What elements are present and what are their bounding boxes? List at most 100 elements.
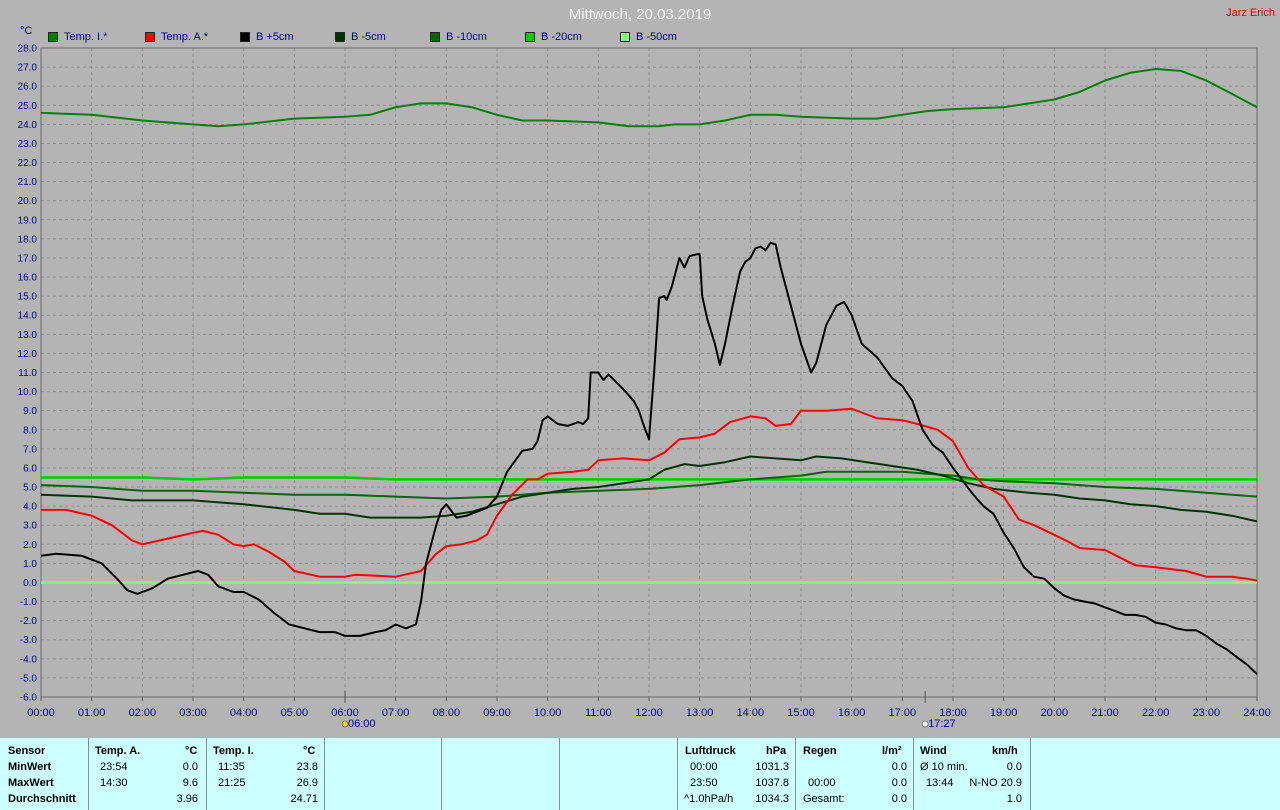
temp-a-max-time: 14:30: [100, 777, 128, 789]
wind-row3-value: 1.0: [1006, 793, 1022, 805]
sunset-label: 17:27: [928, 718, 956, 730]
temp-a-max-value: 9.6: [182, 777, 198, 789]
statistics-panel: Sensor MinWert MaxWert Durchschnitt Temp…: [0, 738, 1280, 810]
separator: [441, 738, 442, 810]
pressure-row2-value: 1037.8: [755, 777, 789, 789]
y-tick-label: 13.0: [18, 330, 38, 341]
y-tick-label: 5.0: [23, 483, 37, 494]
y-tick-label: 14.0: [18, 311, 38, 322]
temp-a-min-time: 23:54: [100, 761, 128, 773]
y-tick-label: 22.0: [18, 158, 38, 169]
pressure-row2-time: 23:50: [690, 777, 718, 789]
x-tick-label: 24:00: [1243, 707, 1271, 719]
x-tick-label: 01:00: [78, 707, 106, 719]
x-tick-label: 14:00: [737, 707, 765, 719]
wind-unit: km/h: [992, 745, 1018, 757]
y-tick-label: 11.0: [18, 368, 37, 379]
pressure-row1-value: 1031.3: [755, 761, 789, 773]
x-tick-label: 10:00: [534, 707, 562, 719]
temp-i-max-time: 21:25: [218, 777, 246, 789]
temp-a-unit: °C: [185, 745, 198, 757]
rain-row2-value: 0.0: [891, 777, 907, 789]
separator: [795, 738, 796, 810]
rain-row2-time: 00:00: [808, 777, 836, 789]
x-tick-label: 13:00: [686, 707, 714, 719]
separator: [1030, 738, 1031, 810]
pressure-row1-time: 00:00: [690, 761, 718, 773]
x-tick-label: 12:00: [635, 707, 663, 719]
separator: [206, 738, 207, 810]
x-tick-label: 23:00: [1193, 707, 1221, 719]
x-tick-label: 09:00: [483, 707, 511, 719]
y-tick-label: 21.0: [18, 177, 38, 188]
y-tick-label: 0.0: [23, 578, 37, 589]
rain-total-value: 0.0: [891, 793, 907, 805]
row-label-avg: Durchschnitt: [8, 793, 76, 805]
temp-a-min-value: 0.0: [182, 761, 198, 773]
y-tick-label: 4.0: [23, 502, 37, 513]
y-tick-label: 17.0: [18, 253, 38, 264]
x-tick-label: 22:00: [1142, 707, 1170, 719]
x-tick-label: 19:00: [990, 707, 1018, 719]
row-label-max: MaxWert: [8, 777, 54, 789]
y-tick-label: 25.0: [18, 101, 38, 112]
y-tick-label: -2.0: [20, 616, 38, 627]
temperature-chart: -6.0 -5.0 -4.0 -3.0 -2.0 -1.0 0.0 1.0 2.0 3.0 4.0 5…: [18, 44, 1271, 731]
y-tick-label: 10.0: [18, 387, 38, 398]
temp-i-unit: °C: [303, 745, 316, 757]
rain-row1-value: 0.0: [891, 761, 907, 773]
y-tick-label: -6.0: [20, 693, 38, 704]
temp-i-min-time: 11:35: [218, 761, 245, 773]
y-tick-label: 6.0: [23, 463, 37, 474]
x-tick-label: 20:00: [1041, 707, 1069, 719]
y-tick-label: 26.0: [18, 82, 38, 93]
x-tick-label: 03:00: [179, 707, 207, 719]
y-tick-label: 20.0: [18, 196, 38, 207]
sunrise-label: 06:00: [348, 718, 376, 730]
y-tick-label: -1.0: [20, 597, 38, 608]
y-tick-label: 3.0: [23, 521, 37, 532]
temp-i-max-value: 26.9: [296, 777, 318, 789]
y-tick-label: 1.0: [23, 559, 37, 570]
x-tick-label: 00:00: [27, 707, 55, 719]
x-tick-label: 05:00: [281, 707, 309, 719]
x-tick-label: 04:00: [230, 707, 258, 719]
temp-a-header: Temp. A.: [95, 745, 141, 757]
x-tick-label: 21:00: [1091, 707, 1119, 719]
y-tick-label: 2.0: [23, 540, 37, 551]
separator: [324, 738, 325, 810]
y-tick-label: 12.0: [18, 349, 38, 360]
wind-avg-label: Ø 10 min.: [920, 761, 968, 773]
y-tick-label: 9.0: [23, 406, 37, 417]
y-tick-label: 8.0: [23, 425, 37, 436]
rain-total-label: Gesamt:: [803, 793, 845, 805]
wind-avg-value: 0.0: [1006, 761, 1022, 773]
temp-i-header: Temp. I.: [213, 745, 254, 757]
y-tick-label: 18.0: [18, 234, 38, 245]
separator: [913, 738, 914, 810]
y-tick-label: 15.0: [18, 292, 38, 303]
x-tick-label: 11:00: [585, 707, 612, 719]
y-tick-label: -3.0: [20, 635, 38, 646]
temp-i-min-value: 23.8: [296, 761, 318, 773]
rain-unit: l/m²: [882, 745, 902, 757]
y-tick-label: 24.0: [18, 120, 38, 131]
x-tick-label: 16:00: [838, 707, 866, 719]
rain-header: Regen: [803, 745, 837, 757]
wind-max-time: 13:44: [926, 777, 954, 789]
separator: [677, 738, 678, 810]
y-tick-label: 27.0: [18, 63, 38, 74]
x-tick-label: 08:00: [433, 707, 461, 719]
pressure-header: Luftdruck: [685, 745, 736, 757]
temp-i-average: 24.71: [290, 793, 318, 805]
y-tick-label: 7.0: [23, 444, 37, 455]
pressure-unit: hPa: [766, 745, 787, 757]
sensor-header: Sensor: [8, 745, 46, 757]
pressure-trend-value: 1034.3: [755, 793, 789, 805]
y-tick-label: 28.0: [18, 44, 38, 55]
y-tick-label: 23.0: [18, 139, 38, 150]
row-label-min: MinWert: [8, 761, 52, 773]
x-tick-label: 17:00: [889, 707, 917, 719]
separator: [559, 738, 560, 810]
y-tick-label: 16.0: [18, 273, 38, 284]
